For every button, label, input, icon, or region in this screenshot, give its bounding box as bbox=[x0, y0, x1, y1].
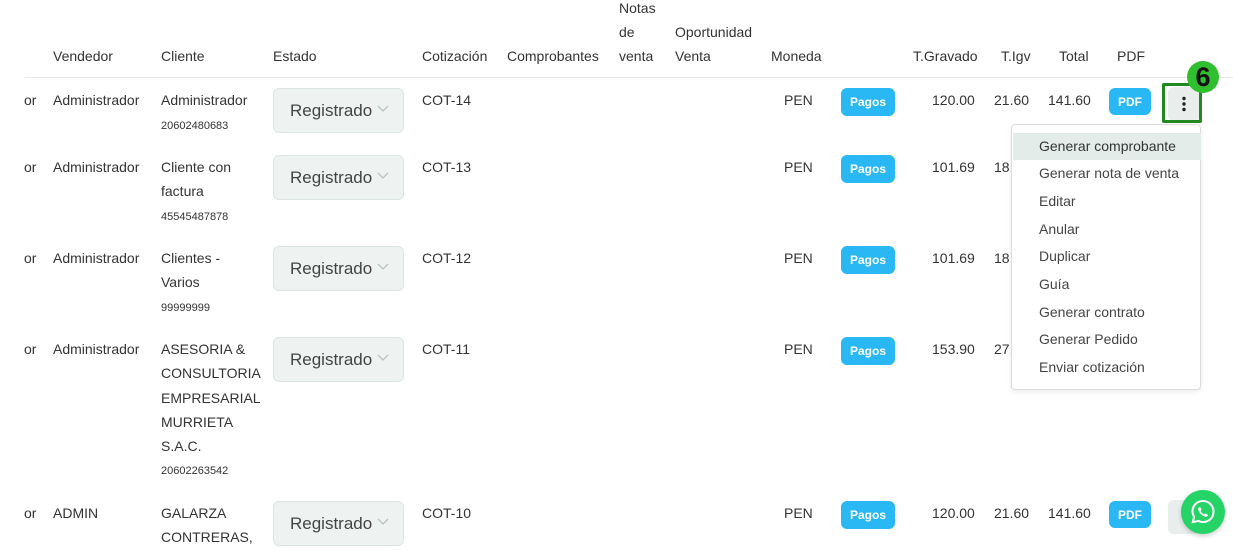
vendedor-cell: Administrador bbox=[53, 250, 140, 266]
vendedor-cell: Administrador bbox=[53, 341, 140, 357]
column-header-oportunidad-line2: Venta bbox=[675, 48, 711, 64]
vendedor-cell: Administrador bbox=[53, 92, 140, 108]
cut-cell: or bbox=[24, 250, 37, 266]
column-header-notas-line3: venta bbox=[619, 48, 654, 64]
column-header-comprobantes: Comprobantes bbox=[507, 48, 599, 64]
estado-value: Registrado bbox=[290, 349, 373, 369]
column-header-estado: Estado bbox=[273, 48, 317, 64]
moneda-cell: PEN bbox=[784, 250, 813, 266]
pagos-button[interactable]: Pagos bbox=[841, 246, 895, 274]
column-header-vendedor: Vendedor bbox=[53, 48, 113, 64]
menu-item-editar[interactable]: Editar bbox=[1013, 188, 1201, 215]
column-header-tigv: T.Igv bbox=[1001, 48, 1031, 64]
tigv-cell: 21.60 bbox=[994, 505, 1030, 521]
cliente-name: GALARZA CONTRERAS, bbox=[161, 505, 253, 546]
moneda-cell: PEN bbox=[784, 92, 813, 108]
cut-cell: or bbox=[24, 92, 37, 108]
estado-value: Registrado bbox=[290, 258, 373, 278]
menu-item-generar-comprobante[interactable]: Generar comprobante bbox=[1013, 133, 1201, 160]
cotizacion-cell: COT-13 bbox=[422, 159, 472, 175]
cotizacion-cell: COT-12 bbox=[422, 250, 472, 266]
chevron-down-icon bbox=[377, 105, 389, 112]
vendedor-cell: Administrador bbox=[53, 159, 140, 175]
estado-select[interactable]: Registrado bbox=[273, 501, 404, 546]
cotizacion-cell: COT-11 bbox=[422, 341, 470, 357]
chevron-down-icon bbox=[377, 518, 389, 525]
cliente-name: Clientes - Varios bbox=[161, 250, 221, 291]
cliente-name: Administrador bbox=[161, 92, 248, 108]
cotizacion-cell: COT-10 bbox=[422, 505, 472, 521]
column-header-pdf: PDF bbox=[1117, 48, 1145, 64]
moneda-cell: PEN bbox=[784, 505, 813, 521]
cut-cell: or bbox=[24, 505, 37, 521]
total-cell: 141.60 bbox=[1048, 92, 1091, 108]
pagos-button[interactable]: Pagos bbox=[841, 88, 895, 116]
cotizacion-cell: COT-14 bbox=[422, 92, 472, 108]
column-header-moneda: Moneda bbox=[771, 48, 822, 64]
column-header-cliente: Cliente bbox=[161, 48, 205, 64]
total-cell: 141.60 bbox=[1048, 505, 1091, 521]
menu-item-generar-nota-de-venta[interactable]: Generar nota de venta bbox=[1013, 160, 1201, 187]
tgravado-cell: 101.69 bbox=[932, 250, 975, 266]
chevron-down-icon bbox=[377, 172, 389, 179]
pagos-button[interactable]: Pagos bbox=[841, 155, 895, 183]
menu-item-anular[interactable]: Anular bbox=[1013, 216, 1201, 243]
estado-select[interactable]: Registrado bbox=[273, 337, 404, 382]
column-header-total: Total bbox=[1059, 48, 1089, 64]
cut-cell: or bbox=[24, 341, 37, 357]
column-header-cotizacion: Cotización bbox=[422, 48, 488, 64]
vendedor-cell: ADMIN bbox=[53, 505, 99, 521]
column-header-tgravado: T.Gravado bbox=[913, 48, 978, 64]
tgravado-cell: 120.00 bbox=[932, 505, 975, 521]
menu-item-generar-contrato[interactable]: Generar contrato bbox=[1013, 299, 1201, 326]
header-divider bbox=[25, 77, 1233, 78]
chevron-down-icon bbox=[377, 263, 389, 270]
tgravado-cell: 120.00 bbox=[932, 92, 975, 108]
whatsapp-icon bbox=[1191, 499, 1215, 524]
cliente-name: Cliente con factura bbox=[161, 159, 232, 200]
column-header-oportunidad-line1: Oportunidad bbox=[675, 24, 753, 40]
estado-select[interactable]: Registrado bbox=[273, 88, 404, 133]
cliente-doc: 20602480683 bbox=[161, 120, 229, 132]
pagos-button[interactable]: Pagos bbox=[841, 501, 895, 529]
estado-select[interactable]: Registrado bbox=[273, 246, 404, 291]
column-header-notas-line2: de bbox=[619, 24, 635, 40]
column-header-notas-line1: Notas bbox=[619, 0, 656, 16]
cliente-doc: 45545487878 bbox=[161, 211, 229, 223]
menu-item-generar-pedido[interactable]: Generar Pedido bbox=[1013, 326, 1201, 353]
cliente-name: ASESORIA & CONSULTORIA EMPRESARIAL MURRI… bbox=[161, 341, 261, 455]
pdf-button[interactable]: PDF bbox=[1109, 88, 1151, 115]
chevron-down-icon bbox=[377, 354, 389, 361]
pdf-button[interactable]: PDF bbox=[1109, 501, 1151, 528]
estado-value: Registrado bbox=[290, 167, 373, 187]
estado-value: Registrado bbox=[290, 100, 373, 120]
step-badge: 6 bbox=[1187, 61, 1219, 93]
estado-select[interactable]: Registrado bbox=[273, 155, 404, 200]
whatsapp-chat-button[interactable] bbox=[1181, 490, 1225, 534]
moneda-cell: PEN bbox=[784, 341, 813, 357]
pagos-button[interactable]: Pagos bbox=[841, 337, 895, 365]
actions-menu: Generar comprobante Generar nota de vent… bbox=[1011, 124, 1201, 390]
tgravado-cell: 101.69 bbox=[932, 159, 975, 175]
moneda-cell: PEN bbox=[784, 159, 813, 175]
estado-value: Registrado bbox=[290, 513, 373, 533]
cliente-doc: 20602263542 bbox=[161, 465, 229, 477]
cut-cell: or bbox=[24, 159, 37, 175]
cliente-doc: 99999999 bbox=[161, 302, 210, 314]
tgravado-cell: 153.90 bbox=[932, 341, 975, 357]
menu-item-enviar-cotizacion[interactable]: Enviar cotización bbox=[1013, 354, 1201, 381]
menu-item-guia[interactable]: Guía bbox=[1013, 271, 1201, 298]
step-number: 6 bbox=[1195, 62, 1211, 92]
tigv-cell: 21.60 bbox=[994, 92, 1030, 108]
menu-item-duplicar[interactable]: Duplicar bbox=[1013, 243, 1201, 270]
